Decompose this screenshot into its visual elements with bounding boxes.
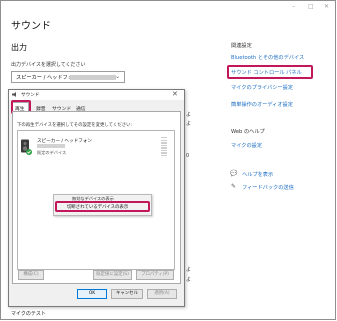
redacted-device-name [70, 75, 116, 80]
speaker-device-icon [21, 139, 32, 155]
close-icon[interactable]: ✕ [324, 3, 329, 10]
output-heading: 出力 [11, 43, 27, 52]
bg-fragment: 0 [186, 153, 190, 159]
ok-button[interactable]: OK [77, 289, 107, 299]
mic-privacy-link[interactable]: マイクのプライバシー設定 [231, 84, 293, 91]
set-default-button[interactable]: 既定値に設定(S) [93, 270, 132, 280]
dialog-close-icon[interactable]: ✕ [172, 90, 178, 98]
web-help-heading: Web のヘルプ [231, 129, 265, 135]
page-title: サウンド [11, 21, 51, 32]
mic-setup-link[interactable]: マイクの設定 [231, 142, 262, 149]
output-device-dropdown[interactable]: スピーカー / ヘッドフォン ⌄ [11, 71, 125, 83]
sound-dialog: サウンド ✕ 再生 録音 サウンド 通信 下の再生デバイスを選択してその設定を変… [8, 89, 185, 307]
mic-test-label: マイクのテスト [11, 311, 46, 317]
chevron-down-icon: ⌄ [114, 73, 120, 80]
bg-fragment: よ [186, 121, 192, 127]
help-chat-icon: 💬 [230, 170, 238, 177]
bg-fragment: よ [186, 277, 192, 283]
dialog-title: サウンド [21, 93, 40, 98]
feedback-icon: ✎ [231, 183, 237, 190]
instruction-text: 下の再生デバイスを選択してその設定を変更してください: [17, 123, 132, 128]
feedback-link[interactable]: フィードバックの送信 [242, 184, 294, 191]
bluetooth-link[interactable]: Bluetooth とその他のデバイス [231, 54, 304, 61]
bg-fragment: よ [186, 112, 192, 118]
redacted-device-detail [37, 144, 65, 148]
speaker-small-icon [12, 92, 16, 97]
minimize-icon[interactable]: – [292, 3, 295, 10]
properties-button[interactable]: プロパティ(P) [136, 270, 174, 280]
menu-item-show-disconnected[interactable]: 切断されているデバイスの表示 [67, 204, 128, 210]
output-select-label: 出力デバイスを選択してください [11, 62, 86, 68]
get-help-link[interactable]: ヘルプを表示 [242, 171, 273, 178]
bg-fragment: よ [186, 267, 192, 273]
ease-of-access-audio-link[interactable]: 簡単操作のオーディオ設定 [231, 101, 293, 108]
sound-control-panel-link[interactable]: サウンド コントロール パネル [231, 69, 302, 76]
cancel-button[interactable]: キャンセル [111, 289, 143, 299]
output-device-value: スピーカー / ヘッドフォン [16, 75, 79, 81]
related-settings-heading: 関連設定 [231, 43, 252, 49]
configure-button[interactable]: 構成(C) [18, 270, 44, 280]
volume-meter [161, 137, 167, 159]
apply-button[interactable]: 適用(A) [147, 289, 177, 299]
device-status: 既定のデバイス [37, 150, 67, 155]
maximize-icon[interactable]: □ [308, 3, 314, 10]
